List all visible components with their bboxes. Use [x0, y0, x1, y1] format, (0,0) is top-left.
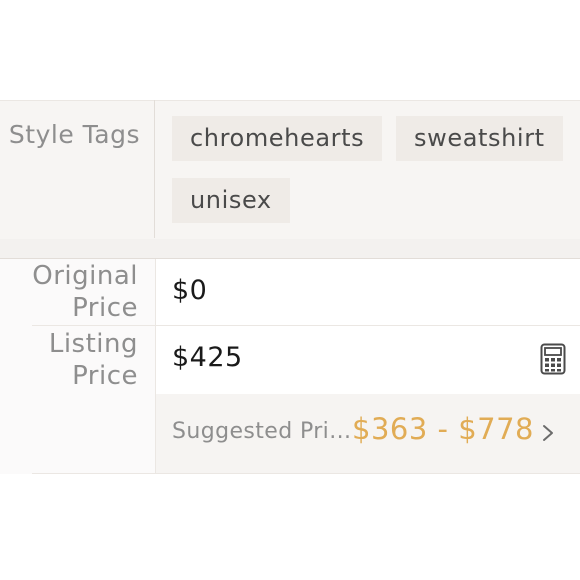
- chevron-right-icon[interactable]: [540, 422, 556, 444]
- suggested-price-label: Suggested Pri...: [172, 419, 352, 444]
- tag-chip[interactable]: sweatshirt: [396, 116, 563, 161]
- row-divider: [32, 473, 580, 474]
- calculator-icon[interactable]: [540, 343, 566, 375]
- section-separator: [0, 239, 580, 259]
- divider: [154, 100, 155, 238]
- original-price-input[interactable]: $0: [172, 275, 207, 306]
- listing-details-page: Style Tags chromehearts sweatshirt unise…: [0, 0, 580, 580]
- listing-price-label: Listing Price: [48, 329, 138, 391]
- listing-price-input[interactable]: $425: [172, 342, 243, 373]
- tag-chip[interactable]: chromehearts: [172, 116, 383, 161]
- suggested-price-range: $363 - $778: [352, 412, 535, 446]
- row-divider: [32, 325, 580, 326]
- original-price-label: Original Price: [32, 261, 138, 323]
- style-tags-label: Style Tags: [8, 120, 140, 149]
- tag-chip[interactable]: unisex: [172, 178, 290, 223]
